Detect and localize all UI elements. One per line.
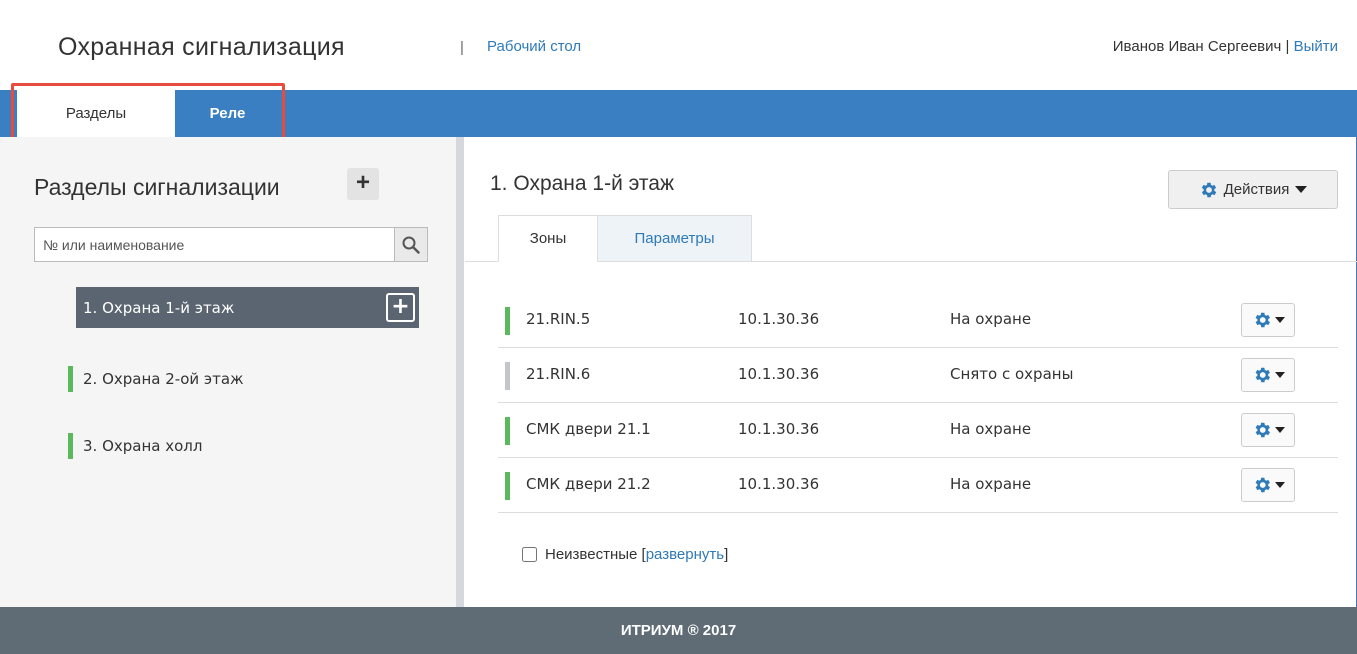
status-indicator bbox=[505, 417, 510, 445]
status-indicator bbox=[68, 433, 73, 459]
zone-ip: 10.1.30.36 bbox=[738, 475, 820, 493]
section-item-2[interactable]: 2. Охрана 2-ой этаж bbox=[68, 365, 244, 393]
tab-relays[interactable]: Реле bbox=[175, 90, 280, 137]
zone-settings-button[interactable] bbox=[1241, 413, 1295, 447]
search-input[interactable] bbox=[34, 227, 394, 262]
zone-name: СМК двери 21.2 bbox=[526, 475, 651, 493]
desktop-link[interactable]: Рабочий стол bbox=[487, 38, 581, 55]
zone-settings-button[interactable] bbox=[1241, 468, 1295, 502]
panel-divider[interactable] bbox=[456, 137, 464, 607]
zone-settings-button[interactable] bbox=[1241, 358, 1295, 392]
app-title: Охранная сигнализация bbox=[58, 33, 345, 61]
search-button[interactable] bbox=[394, 227, 428, 262]
expand-link[interactable]: развернуть bbox=[646, 546, 724, 563]
tab-sections[interactable]: Разделы bbox=[17, 90, 175, 137]
status-indicator bbox=[505, 307, 510, 335]
section-item-1[interactable]: 1. Охрана 1-й этаж + bbox=[76, 287, 419, 328]
user-name: Иванов Иван Сергеевич bbox=[1112, 38, 1282, 55]
add-section-button[interactable]: + bbox=[347, 168, 379, 200]
title-separator: | bbox=[460, 39, 464, 56]
chevron-down-icon bbox=[1274, 482, 1285, 488]
search-icon bbox=[402, 236, 420, 254]
section-item-3[interactable]: 3. Охрана холл bbox=[68, 432, 202, 460]
gear-icon bbox=[1201, 182, 1216, 197]
status-indicator bbox=[505, 472, 510, 500]
add-zone-button[interactable]: + bbox=[386, 293, 415, 322]
actions-label: Действия bbox=[1223, 181, 1290, 198]
plus-icon: + bbox=[391, 293, 410, 319]
sections-heading: Разделы сигнализации bbox=[34, 174, 280, 200]
section-title: 1. Охрана 1-й этаж bbox=[490, 172, 675, 195]
tabs-underline bbox=[465, 261, 1357, 262]
zone-state: На охране bbox=[950, 310, 1032, 328]
zone-name: 21.RIN.5 bbox=[526, 310, 591, 328]
unknown-label: Неизвестные bbox=[545, 546, 638, 563]
status-indicator bbox=[505, 362, 510, 390]
zone-row: СМК двери 21.2 10.1.30.36 На охране bbox=[498, 458, 1338, 513]
section-item-label: 1. Охрана 1-й этаж bbox=[83, 298, 235, 317]
footer: ИТРИУМ ® 2017 bbox=[0, 607, 1357, 654]
logout-link[interactable]: Выйти bbox=[1294, 38, 1338, 55]
header: Охранная сигнализация | Рабочий стол Ива… bbox=[0, 0, 1357, 90]
chevron-down-icon bbox=[1274, 317, 1285, 323]
gear-icon bbox=[1255, 367, 1270, 383]
plus-icon: + bbox=[355, 169, 370, 196]
zone-row: СМК двери 21.1 10.1.30.36 На охране bbox=[498, 403, 1338, 458]
chevron-down-icon bbox=[1295, 186, 1308, 193]
actions-button[interactable]: Действия bbox=[1168, 170, 1338, 209]
zone-state: На охране bbox=[950, 475, 1032, 493]
gear-icon bbox=[1255, 477, 1270, 493]
gear-icon bbox=[1255, 312, 1270, 328]
status-indicator bbox=[68, 366, 73, 392]
zone-row: 21.RIN.6 10.1.30.36 Снято с охраны bbox=[498, 348, 1338, 403]
zone-ip: 10.1.30.36 bbox=[738, 365, 820, 383]
zone-state: На охране bbox=[950, 420, 1032, 438]
user-area: Иванов Иван Сергеевич | Выйти bbox=[1113, 38, 1338, 55]
zone-state: Снято с охраны bbox=[950, 365, 1074, 383]
chevron-down-icon bbox=[1274, 427, 1285, 433]
zone-name: 21.RIN.6 bbox=[526, 365, 591, 383]
tab-zones[interactable]: Зоны bbox=[498, 215, 598, 262]
unknown-zones: Неизвестные [развернуть] bbox=[522, 546, 728, 563]
zone-ip: 10.1.30.36 bbox=[738, 420, 820, 438]
section-item-label: 2. Охрана 2-ой этаж bbox=[83, 370, 244, 388]
tab-parameters[interactable]: Параметры bbox=[598, 215, 752, 262]
zone-name: СМК двери 21.1 bbox=[526, 420, 651, 438]
gear-icon bbox=[1255, 422, 1270, 438]
user-separator: | bbox=[1281, 38, 1294, 55]
zone-settings-button[interactable] bbox=[1241, 303, 1295, 337]
chevron-down-icon bbox=[1274, 372, 1285, 378]
footer-text: ИТРИУМ ® 2017 bbox=[620, 622, 737, 639]
zone-ip: 10.1.30.36 bbox=[738, 310, 820, 328]
unknown-checkbox[interactable] bbox=[522, 547, 537, 562]
section-item-label: 3. Охрана холл bbox=[83, 437, 203, 455]
zone-row: 21.RIN.5 10.1.30.36 На охране bbox=[498, 293, 1338, 348]
